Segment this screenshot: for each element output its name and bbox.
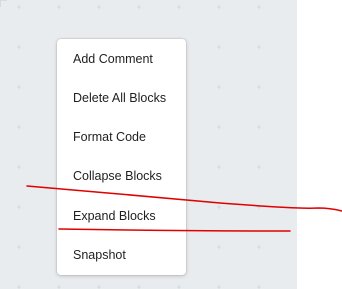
menu-item-label: Snapshot xyxy=(73,247,126,262)
menu-item-collapse-blocks[interactable]: Collapse Blocks xyxy=(57,156,186,195)
menu-item-label: Format Code xyxy=(73,129,146,144)
context-menu: Add Comment Delete All Blocks Format Cod… xyxy=(57,39,186,275)
menu-item-label: Expand Blocks xyxy=(73,208,156,223)
menu-item-label: Collapse Blocks xyxy=(73,168,162,183)
menu-item-expand-blocks[interactable]: Expand Blocks xyxy=(57,196,186,235)
menu-item-delete-all-blocks[interactable]: Delete All Blocks xyxy=(57,78,186,117)
menu-item-snapshot[interactable]: Snapshot xyxy=(57,235,186,274)
menu-item-add-comment[interactable]: Add Comment xyxy=(57,39,186,78)
menu-item-format-code[interactable]: Format Code xyxy=(57,117,186,156)
menu-item-label: Delete All Blocks xyxy=(73,90,167,105)
menu-item-label: Add Comment xyxy=(73,51,153,66)
